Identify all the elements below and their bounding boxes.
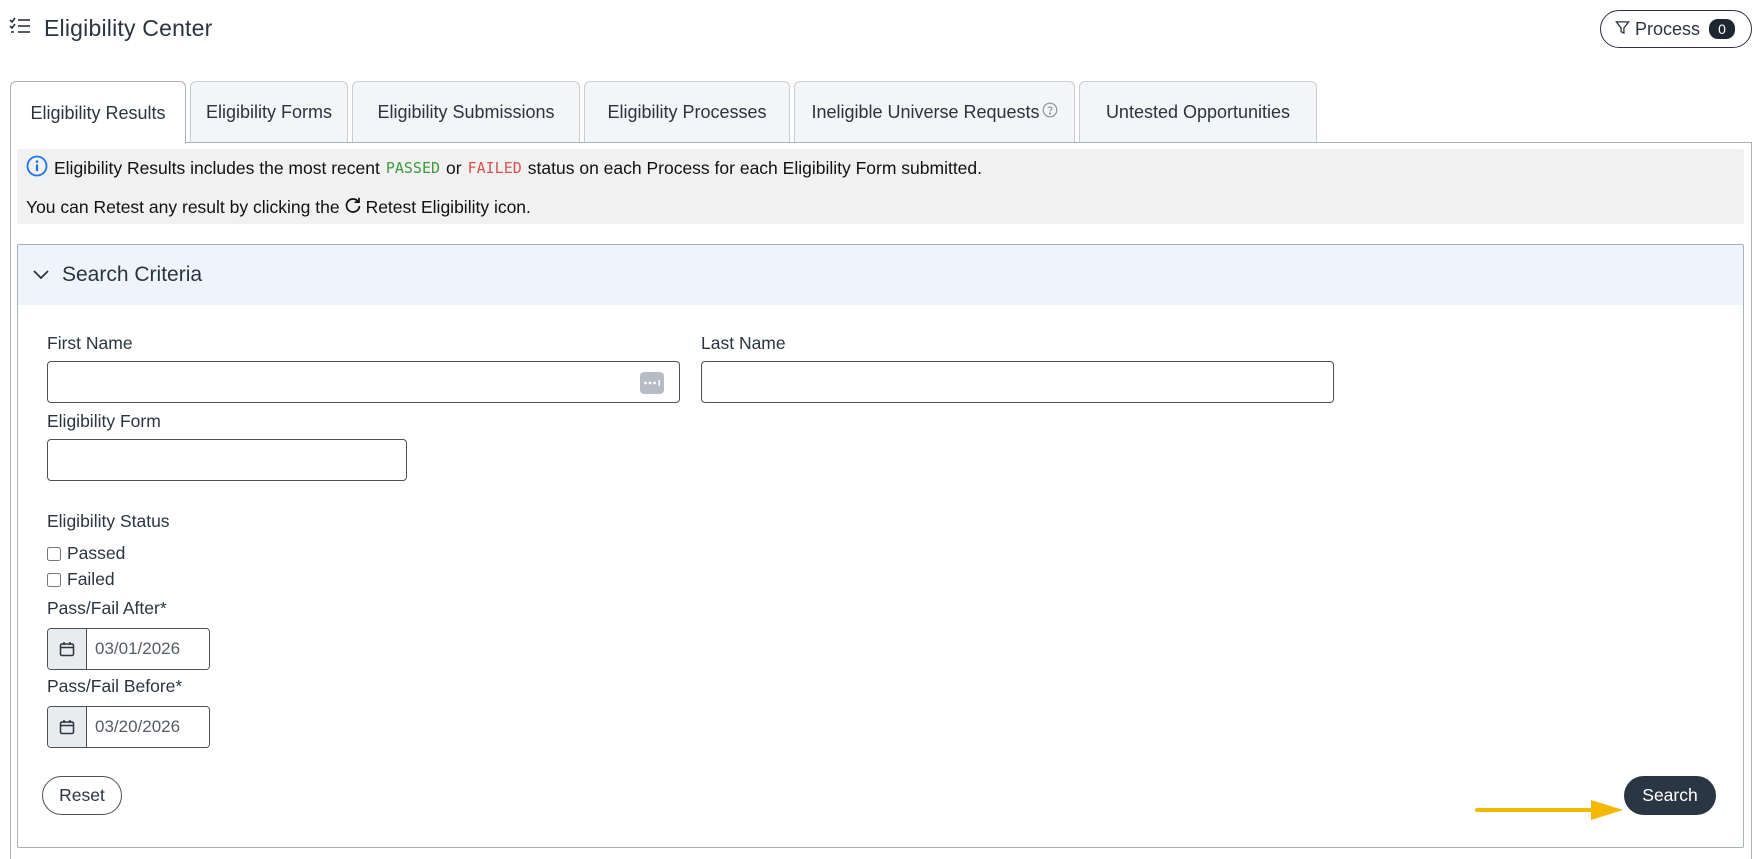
info-line-2: You can Retest any result by clicking th…: [26, 196, 531, 218]
tab-eligibility-processes[interactable]: Eligibility Processes: [584, 81, 790, 143]
question-circle-icon[interactable]: [1042, 102, 1058, 123]
pass-fail-before-input[interactable]: [87, 707, 209, 747]
search-button[interactable]: Search: [1624, 776, 1716, 815]
eligibility-status-label: Eligibility Status: [47, 511, 170, 531]
calendar-icon[interactable]: [48, 707, 87, 747]
chevron-down-icon: [32, 263, 50, 287]
tab-label: Eligibility Results: [30, 102, 166, 123]
rotate-right-icon: [344, 196, 362, 219]
first-name-label: First Name: [47, 333, 133, 353]
last-name-input[interactable]: [701, 361, 1334, 403]
first-name-input[interactable]: [47, 361, 680, 403]
eligibility-form-label: Eligibility Form: [47, 411, 161, 431]
reset-button[interactable]: Reset: [42, 776, 122, 815]
tab-bar: Eligibility Results Eligibility Forms El…: [10, 81, 1321, 144]
info-text: status on each Process for each Eligibil…: [527, 157, 983, 178]
info-text: Retest Eligibility icon.: [365, 196, 531, 217]
eligibility-form-input[interactable]: [47, 439, 407, 481]
tab-label: Eligibility Forms: [205, 102, 333, 122]
section-title: Search Criteria: [62, 263, 203, 286]
filter-icon: [1615, 19, 1630, 40]
tab-label: Ineligible Universe Requests: [811, 102, 1040, 122]
page-header: Eligibility Center Process 0: [0, 0, 1762, 60]
failed-status-text: FAILED: [467, 159, 522, 177]
passed-option-label: Passed: [67, 543, 126, 563]
page-title: Eligibility Center: [44, 15, 213, 41]
search-criteria-card: Search Criteria: [17, 244, 1744, 848]
info-text: Eligibility Results includes the most re…: [54, 157, 380, 178]
tab-eligibility-results[interactable]: Eligibility Results: [10, 81, 186, 144]
calendar-icon[interactable]: [48, 629, 87, 669]
pass-fail-before-field: [47, 706, 210, 748]
tab-ineligible-universe-requests[interactable]: Ineligible Universe Requests: [794, 81, 1075, 143]
password-dots-icon[interactable]: [640, 372, 664, 394]
info-alert: Eligibility Results includes the most re…: [17, 149, 1744, 224]
passed-status-text: PASSED: [385, 159, 441, 177]
pass-fail-after-field: [47, 628, 210, 670]
last-name-label: Last Name: [701, 333, 786, 353]
info-circle-icon: [26, 155, 48, 182]
pass-fail-before-label: Pass/Fail Before*: [47, 676, 183, 696]
process-button[interactable]: Process 0: [1600, 10, 1752, 48]
process-label: Process: [1635, 18, 1701, 39]
tab-label: Eligibility Submissions: [377, 102, 555, 122]
tab-eligibility-submissions[interactable]: Eligibility Submissions: [352, 81, 580, 143]
pass-fail-after-input[interactable]: [87, 629, 209, 669]
process-count-badge: 0: [1709, 19, 1736, 39]
failed-option[interactable]: Failed: [47, 569, 115, 590]
info-text: You can Retest any result by clicking th…: [26, 196, 340, 217]
tab-label: Eligibility Processes: [607, 102, 767, 122]
tab-untested-opportunities[interactable]: Untested Opportunities: [1079, 81, 1317, 143]
info-text: or: [446, 157, 462, 178]
list-check-icon[interactable]: [9, 17, 31, 35]
arrow-pointer-icon: [1475, 798, 1625, 827]
failed-checkbox[interactable]: [47, 572, 61, 587]
search-criteria-toggle[interactable]: Search Criteria: [18, 245, 1743, 305]
tab-label: Untested Opportunities: [1105, 102, 1291, 122]
pass-fail-after-label: Pass/Fail After*: [47, 598, 167, 618]
tab-eligibility-forms[interactable]: Eligibility Forms: [190, 81, 348, 143]
passed-checkbox[interactable]: [47, 546, 61, 561]
passed-option[interactable]: Passed: [47, 543, 125, 564]
failed-option-label: Failed: [67, 569, 115, 589]
info-line-1: Eligibility Results includes the most re…: [26, 155, 983, 182]
